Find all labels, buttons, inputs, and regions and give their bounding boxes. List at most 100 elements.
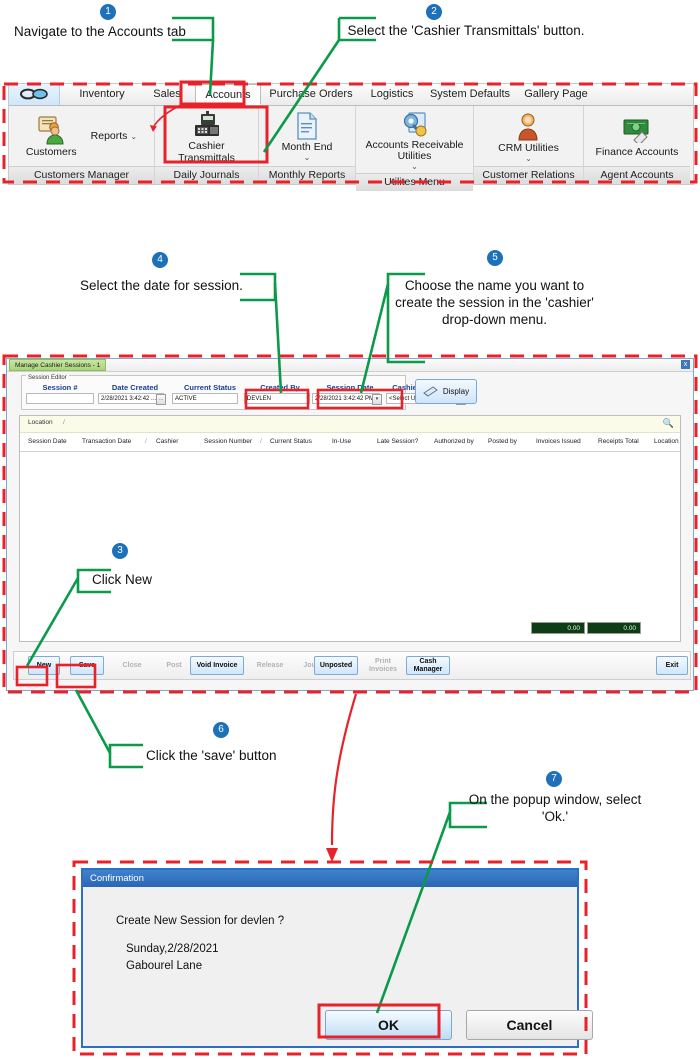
grid-column-in-use[interactable]: In-Use <box>332 438 351 445</box>
tab-label: System Defaults <box>429 88 511 100</box>
search-icon[interactable]: 🔍 <box>663 418 674 429</box>
ribbon-tab-inventory[interactable]: Inventory <box>65 84 139 105</box>
release-button: Release <box>256 661 284 669</box>
new-button[interactable]: New <box>28 656 60 675</box>
ribbon: Inventory Sales Accounts Purchase Orders… <box>8 83 694 192</box>
grid-column-late-session[interactable]: Late Session? <box>377 438 418 445</box>
money-icon <box>622 114 652 146</box>
annotation-badge-1: 1 <box>100 4 116 20</box>
date-created-dropdown-button[interactable]: … <box>156 394 166 405</box>
chevron-down-icon: ⌄ <box>411 162 418 172</box>
ribbon-group-label: Customers Manager <box>9 166 154 184</box>
chevron-down-icon: ⌄ <box>303 153 311 162</box>
annotation-text-4: Select the date for session. <box>80 278 243 293</box>
ribbon-button-label: CRM Utilities <box>498 141 559 154</box>
tab-label: Gallery Page <box>524 88 588 100</box>
ribbon-group-agent-accounts: Finance Accounts Agent Accounts <box>584 106 690 184</box>
grid-column-current-status[interactable]: Current Status <box>270 438 312 445</box>
grid-column-sort-2[interactable]: / <box>260 438 262 445</box>
ribbon-group-customers-manager: Customers Reports ⌄ Customers Manager <box>9 106 155 184</box>
ribbon-button-cashier-transmittals[interactable]: Cashier Transmittals <box>155 106 258 166</box>
display-button[interactable]: Display <box>415 379 477 404</box>
annotation-badge-6: 6 <box>213 722 229 738</box>
grid-column-sort-1[interactable]: / <box>145 438 147 445</box>
grid-column-session-number[interactable]: Session Number <box>204 438 252 445</box>
created-by-input[interactable]: DEVLEN <box>244 393 310 404</box>
dialog-message: Create New Session for devlen ? <box>116 915 285 927</box>
ribbon-button-finance-accounts[interactable]: Finance Accounts <box>590 112 685 160</box>
grid-column-posted-by[interactable]: Posted by <box>488 438 517 445</box>
session-date-dropdown-button[interactable]: ▾ <box>372 394 382 405</box>
grid-filter-bar[interactable]: Location / 🔍 <box>20 416 680 433</box>
crm-icon <box>515 110 541 142</box>
sessions-grid: Location / 🔍 Session Date Transaction Da… <box>19 415 681 642</box>
ribbon-tab-sales[interactable]: Sales <box>141 84 193 105</box>
window-tab-manage-cashier-sessions[interactable]: Manage Cashier Sessions - 1 <box>9 359 107 371</box>
ribbon-tab-system-defaults[interactable]: System Defaults <box>425 84 515 105</box>
grid-column-transaction-date[interactable]: Transaction Date <box>82 438 131 445</box>
ribbon-tab-purchase-orders[interactable]: Purchase Orders <box>263 84 359 105</box>
ribbon-group-daily-journals: Cashier Transmittals Daily Journals <box>155 106 259 184</box>
close-button: Close <box>122 661 142 669</box>
annotation-badge-4: 4 <box>152 252 168 268</box>
ribbon-button-accounts-receivable-utilities[interactable]: Accounts Receivable Utilities ⌄ <box>356 106 473 173</box>
ribbon-button-label: Finance Accounts <box>595 146 679 158</box>
tab-label: Sales <box>153 88 181 100</box>
grid-header-row: Session Date Transaction Date / Cashier … <box>20 433 680 452</box>
tab-label: Purchase Orders <box>269 88 353 100</box>
current-status-input[interactable]: ACTIVE <box>172 393 238 404</box>
date-created-input[interactable]: 2/28/2021 3:42:42 ... <box>98 393 164 404</box>
annotation-text-1: Navigate to the Accounts tab <box>14 24 186 39</box>
ribbon-button-label: Accounts Receivable Utilities <box>365 139 464 163</box>
field-label-session-number: Session # <box>42 383 78 392</box>
window-toolbar: New Save Close Post Void Invoice Release… <box>13 651 691 680</box>
grid-column-invoices-issued[interactable]: Invoices Issued <box>536 438 581 445</box>
unposted-button[interactable]: Unposted <box>314 656 358 675</box>
dialog-cancel-button[interactable]: Cancel <box>466 1010 593 1040</box>
void-invoice-button[interactable]: Void Invoice <box>190 656 244 675</box>
ribbon-tab-accounts[interactable]: Accounts <box>195 84 261 105</box>
tab-label: Logistics <box>370 88 414 100</box>
annotation-text-2: Select the 'Cashier Transmittals' button… <box>347 23 585 38</box>
tab-label: Accounts <box>205 89 251 101</box>
session-editor-panel: Session Editor Session # Date Created 2/… <box>21 375 466 410</box>
dialog-ok-button[interactable]: OK <box>325 1010 452 1040</box>
session-date-input[interactable]: 2/28/2021 3:42:42 PM <box>312 393 380 404</box>
annotation-badge-3: 3 <box>112 543 128 559</box>
ribbon-group-label: Customer Relations <box>474 166 583 184</box>
ribbon-tab-gallery-page[interactable]: Gallery Page <box>517 84 595 105</box>
grid-column-sort-3[interactable]: / <box>675 438 677 445</box>
close-icon[interactable]: x <box>681 360 690 369</box>
cash-manager-button[interactable]: Cash Manager <box>406 656 450 675</box>
ribbon-group-label: Monthly Reports <box>259 166 355 184</box>
ribbon-group-monthly-reports: Month End ⌄ Monthly Reports <box>259 106 356 184</box>
display-icon <box>423 385 439 399</box>
ribbon-group-customer-relations: CRM Utilities ⌄ Customer Relations <box>474 106 584 184</box>
grid-column-session-date[interactable]: Session Date <box>28 438 67 445</box>
session-number-input[interactable] <box>26 393 94 404</box>
ribbon-button-label: Reports <box>90 130 128 142</box>
print-invoices-button: Print Invoices <box>368 658 397 673</box>
grid-column-cashier[interactable]: Cashier <box>156 438 178 445</box>
ribbon-button-label: Month End <box>281 140 333 153</box>
ribbon-button-label: Cashier Transmittals <box>178 140 235 164</box>
grid-filter-sort-icon[interactable]: / <box>63 419 65 426</box>
annotation-text-5: Choose the name you want to create the s… <box>395 278 594 327</box>
ribbon-button-customers[interactable]: Customers <box>20 112 83 160</box>
app-logo-icon[interactable] <box>9 84 60 105</box>
ribbon-button-reports[interactable]: Reports ⌄ <box>85 128 143 144</box>
grid-column-authorized-by[interactable]: Authorized by <box>434 438 474 445</box>
grid-column-receipts-total[interactable]: Receipts Total <box>598 438 639 445</box>
annotation-badge-2: 2 <box>426 4 442 20</box>
post-button: Post <box>166 661 182 669</box>
annotation-text-7: On the popup window, select 'Ok.' <box>468 792 642 824</box>
ribbon-groups: Customers Reports ⌄ Customers Manager Ca… <box>9 106 693 192</box>
ribbon-tab-logistics[interactable]: Logistics <box>361 84 423 105</box>
exit-button[interactable]: Exit <box>656 656 688 675</box>
dialog-date-line: Sunday,2/28/2021 <box>126 943 219 955</box>
cashier-sessions-window: Manage Cashier Sessions - 1 x Session Ed… <box>6 358 694 691</box>
save-button[interactable]: Save <box>70 656 104 675</box>
dialog-title: Confirmation <box>83 870 577 887</box>
ribbon-button-month-end[interactable]: Month End ⌄ <box>276 108 339 164</box>
ribbon-button-crm-utilities[interactable]: CRM Utilities ⌄ <box>492 108 565 165</box>
